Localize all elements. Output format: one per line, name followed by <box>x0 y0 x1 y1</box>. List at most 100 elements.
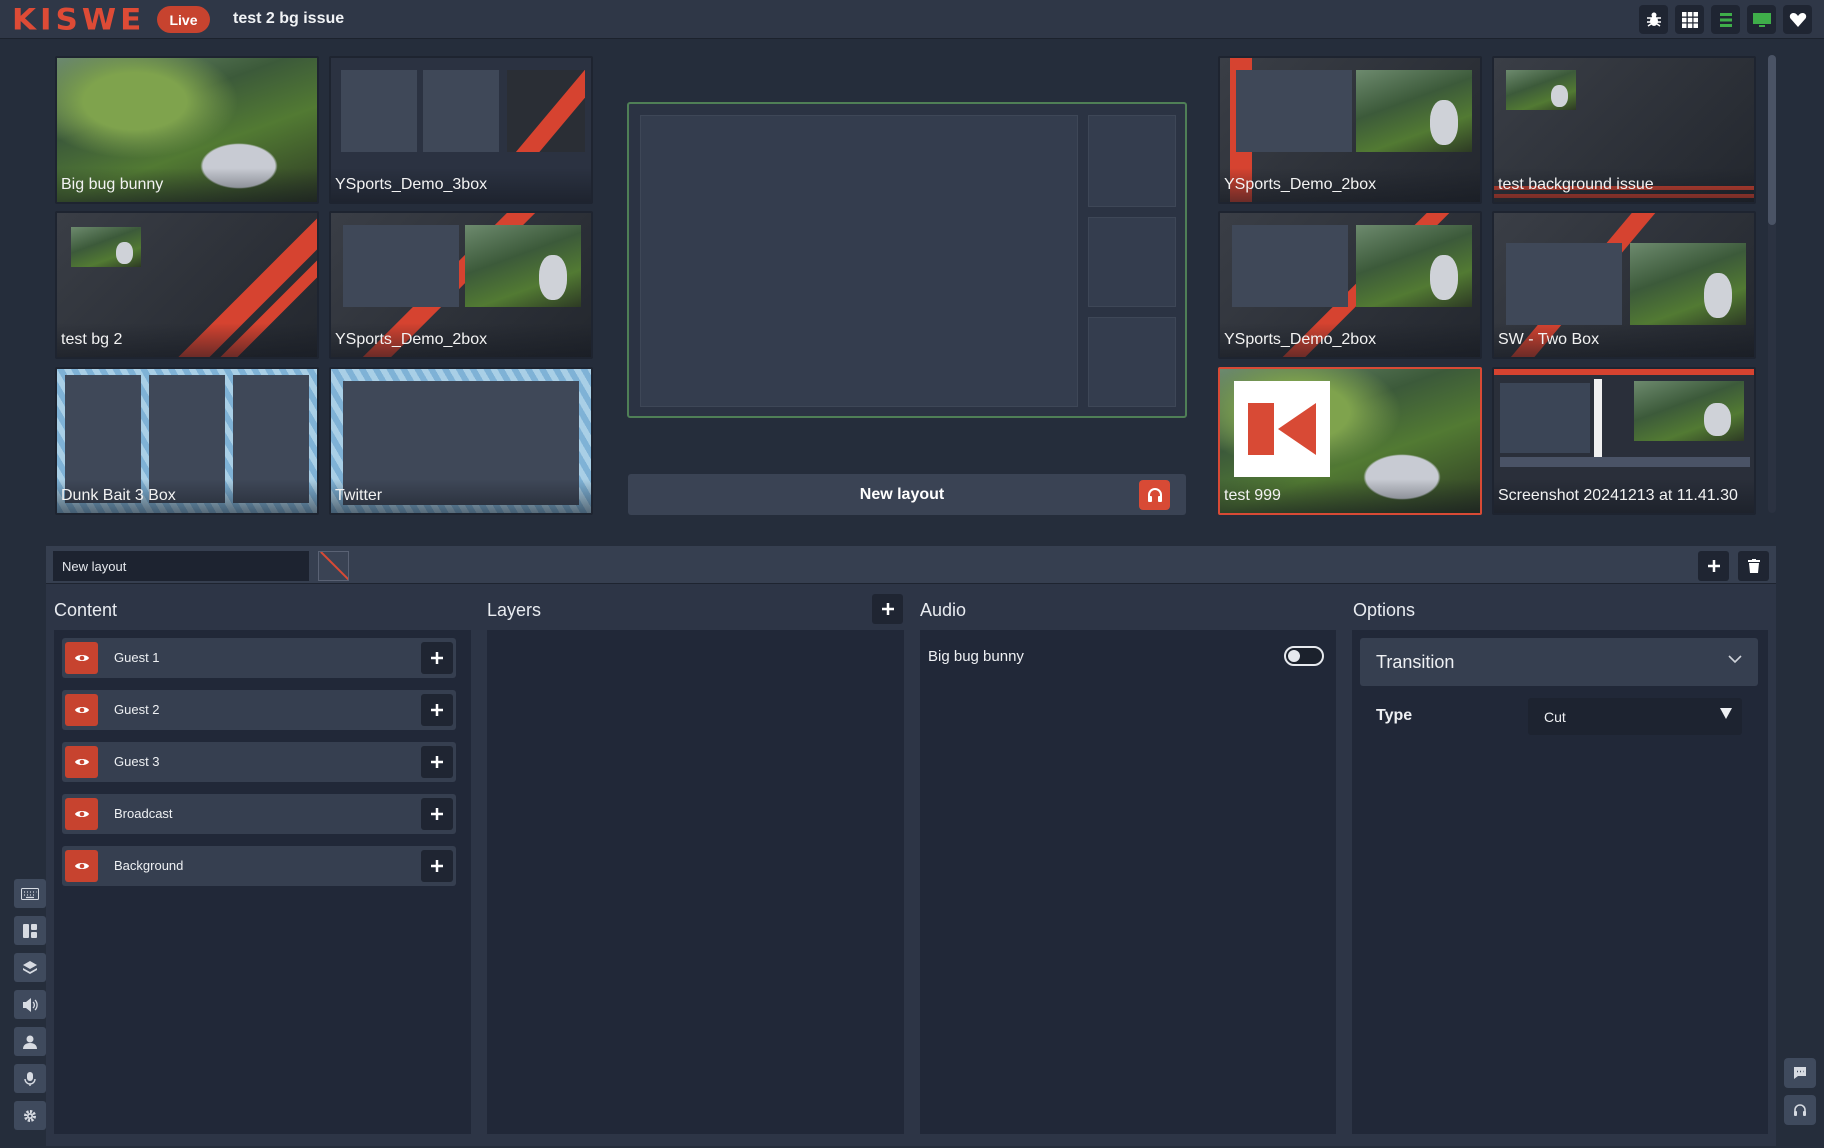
preview-side-slot[interactable] <box>1088 317 1176 407</box>
layout-thumb[interactable]: Screenshot 20241213 at 11.41.30 <box>1492 367 1756 515</box>
options-title: Options <box>1353 600 1416 620</box>
layout-thumb[interactable]: YSports_Demo_2box <box>1218 56 1482 204</box>
layout-thumb-label: Screenshot 20241213 at 11.41.30 <box>1494 479 1754 513</box>
add-content-button[interactable] <box>421 746 453 778</box>
transition-section-header[interactable]: Transition <box>1360 638 1758 686</box>
audio-toggle[interactable] <box>1284 646 1324 666</box>
gear-icon[interactable] <box>14 1101 46 1130</box>
layers-icon[interactable] <box>14 953 46 982</box>
video-thumbnail <box>1506 70 1576 110</box>
eye-icon <box>74 759 89 765</box>
delete-layout-button[interactable] <box>1738 551 1769 581</box>
eye-icon <box>74 863 89 869</box>
layout-thumb-label: test 999 <box>1220 479 1480 513</box>
trash-icon <box>1747 559 1760 573</box>
layouts-scrollbar-thumb[interactable] <box>1768 55 1776 225</box>
layout-thumb-label: test bg 2 <box>57 323 317 357</box>
headset-icon <box>1794 1104 1806 1116</box>
transition-type-value: Cut <box>1544 709 1566 725</box>
content-item[interactable]: Background <box>62 846 456 886</box>
monitor-icon[interactable] <box>1747 5 1776 34</box>
layout-box <box>1500 383 1590 453</box>
layout-icon[interactable] <box>14 916 46 945</box>
layout-thumb-label: Big bug bunny <box>57 168 317 202</box>
add-content-button[interactable] <box>421 850 453 882</box>
add-content-button[interactable] <box>421 694 453 726</box>
layout-thumb[interactable]: YSports_Demo_2box <box>1218 211 1482 359</box>
preview-title-bar: New layout <box>628 474 1186 515</box>
layout-box <box>507 70 585 152</box>
layout-thumb-label: Dunk Bait 3 Box <box>57 479 317 513</box>
add-content-button[interactable] <box>421 798 453 830</box>
chat-button[interactable] <box>1784 1058 1816 1088</box>
add-content-button[interactable] <box>421 642 453 674</box>
layout-box <box>1232 225 1348 307</box>
accent-stripe <box>507 70 585 152</box>
visibility-toggle[interactable] <box>65 798 98 830</box>
visibility-toggle[interactable] <box>65 850 98 882</box>
keyboard-icon[interactable] <box>14 879 46 908</box>
preview-side-slot[interactable] <box>1088 115 1176 207</box>
video-thumbnail <box>1634 381 1744 441</box>
screenshot-divider <box>1594 379 1602 459</box>
dropdown-arrow-icon <box>1720 708 1732 719</box>
layout-color-swatch[interactable] <box>318 551 349 581</box>
content-item-label: Guest 1 <box>114 650 160 665</box>
layout-thumb-label: test background issue <box>1494 168 1754 202</box>
layout-thumb-label: YSports_Demo_2box <box>1220 168 1480 202</box>
layout-thumb[interactable]: Dunk Bait 3 Box <box>55 367 319 515</box>
microphone-icon[interactable] <box>14 1064 46 1093</box>
layout-box <box>1506 243 1622 325</box>
content-item[interactable]: Guest 3 <box>62 742 456 782</box>
content-title: Content <box>54 600 118 620</box>
preview-layout-name: New layout <box>859 486 945 503</box>
layout-thumb[interactable]: Twitter <box>329 367 593 515</box>
layout-thumb-selected[interactable]: test 999 <box>1218 367 1482 515</box>
transition-type-label: Type <box>1376 707 1413 724</box>
layout-thumb[interactable]: test bg 2 <box>55 211 319 359</box>
content-item[interactable]: Guest 1 <box>62 638 456 678</box>
layout-name-input[interactable] <box>53 551 309 581</box>
bug-icon[interactable] <box>1639 5 1668 34</box>
support-button[interactable] <box>1784 1095 1816 1125</box>
transition-title: Transition <box>1376 652 1455 672</box>
layout-box <box>341 70 417 152</box>
live-badge[interactable]: Live <box>157 6 210 33</box>
plus-icon <box>431 756 443 768</box>
layout-box <box>1500 457 1750 467</box>
layout-thumb[interactable]: YSports_Demo_2box <box>329 211 593 359</box>
top-toolbar <box>1639 5 1812 34</box>
content-item-label: Broadcast <box>114 806 173 821</box>
layout-thumb[interactable]: YSports_Demo_3box <box>329 56 593 204</box>
content-item[interactable]: Broadcast <box>62 794 456 834</box>
plus-icon <box>1707 560 1720 572</box>
video-thumbnail <box>465 225 581 307</box>
add-layout-button[interactable] <box>1698 551 1729 581</box>
grid-icon[interactable] <box>1675 5 1704 34</box>
content-panel: Guest 1 Guest 2 Guest 3 Broadcast Backgr… <box>54 630 471 1134</box>
transition-type-select[interactable]: Cut <box>1528 698 1742 735</box>
layout-thumb[interactable]: Big bug bunny <box>55 56 319 204</box>
content-item[interactable]: Guest 2 <box>62 690 456 730</box>
headphones-button[interactable] <box>1139 480 1170 510</box>
list-icon[interactable] <box>1711 5 1740 34</box>
eye-icon <box>74 811 89 817</box>
visibility-toggle[interactable] <box>65 694 98 726</box>
top-bar: KISWE Live test 2 bg issue <box>0 0 1824 39</box>
speaker-icon[interactable] <box>14 990 46 1019</box>
layout-thumb[interactable]: SW - Two Box <box>1492 211 1756 359</box>
visibility-toggle[interactable] <box>65 746 98 778</box>
preview-main-slot[interactable] <box>640 115 1078 407</box>
editor-toolbar <box>46 546 1776 584</box>
visibility-toggle[interactable] <box>65 642 98 674</box>
layers-panel <box>487 630 904 1134</box>
preview-side-slot[interactable] <box>1088 217 1176 307</box>
add-layer-button[interactable] <box>872 594 903 624</box>
content-item-label: Guest 2 <box>114 702 160 717</box>
user-icon[interactable] <box>14 1027 46 1056</box>
layout-thumb[interactable]: test background issue <box>1492 56 1756 204</box>
heart-icon[interactable] <box>1783 5 1812 34</box>
layout-preview[interactable] <box>627 102 1187 418</box>
video-thumbnail <box>1356 70 1472 152</box>
accent-stripe <box>1494 369 1754 375</box>
